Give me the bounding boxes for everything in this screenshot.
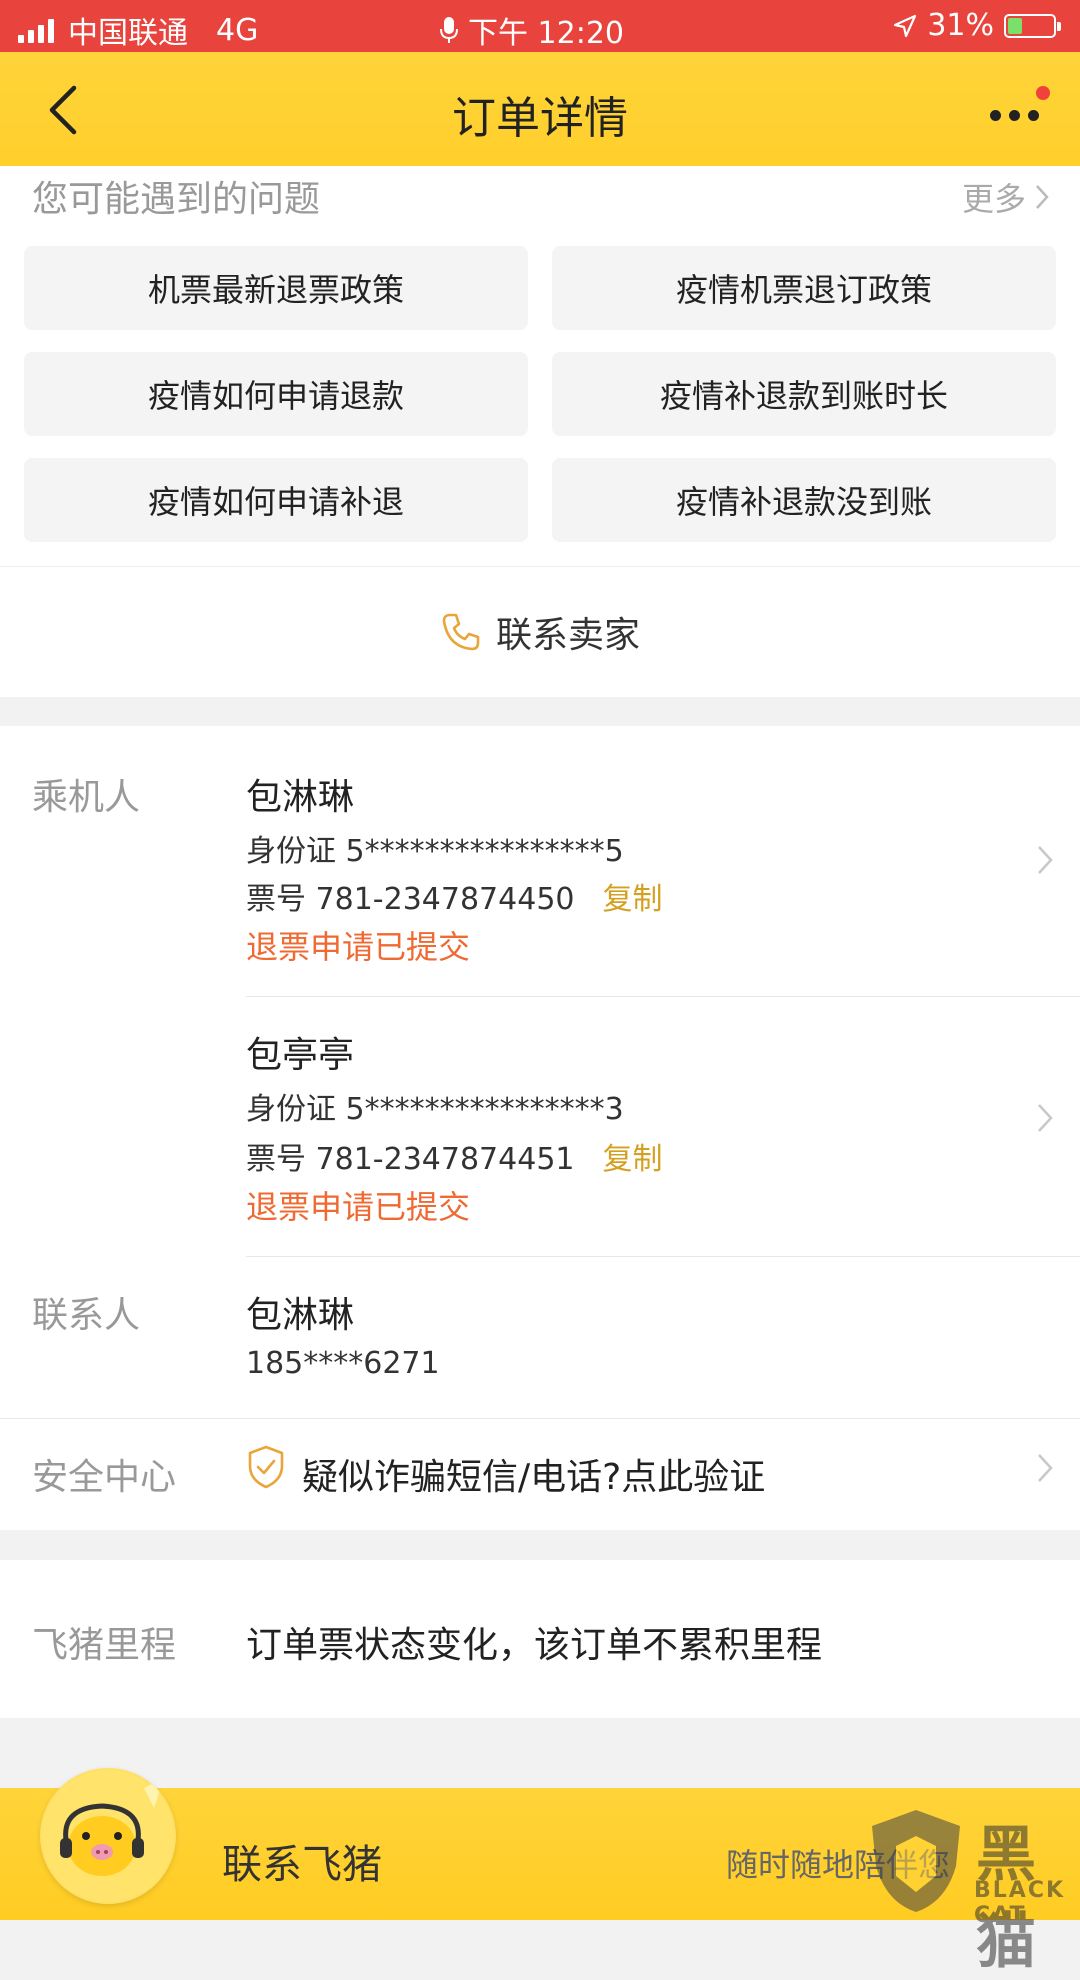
contact-person-label: 联系人	[32, 1295, 141, 1336]
network-type: 4G	[216, 12, 259, 48]
security-center-label: 安全中心	[32, 1457, 177, 1498]
contact-seller-label: 联系卖家	[495, 615, 640, 656]
order-info-section: 乘机人 包淋琳 身份证 5****************5 票号 781-23…	[0, 726, 1080, 1530]
chevron-right-icon	[1036, 185, 1049, 209]
chevron-right-icon	[1038, 1104, 1053, 1132]
shield-check-icon	[248, 1445, 284, 1489]
passenger-id: 身份证 5****************3	[246, 1092, 624, 1127]
contact-fliggy-bar[interactable]: 联系飞猪 随时随地陪伴您 黑猫 BLACK CAT	[0, 1768, 1080, 1977]
divider	[246, 1256, 1080, 1257]
faq-button[interactable]: 疫情如何申请补退	[24, 458, 528, 542]
more-dots-icon[interactable]	[990, 86, 1050, 132]
chevron-right-icon	[1038, 846, 1053, 874]
notification-dot	[1036, 86, 1050, 100]
refund-status: 退票申请已提交	[246, 928, 471, 966]
contact-seller-button[interactable]: 联系卖家	[0, 566, 1080, 697]
phone-icon	[442, 613, 480, 651]
watermark-shield-icon	[872, 1810, 960, 1912]
contact-person-name: 包淋琳	[246, 1295, 355, 1336]
page-title: 订单详情	[452, 93, 628, 144]
mileage-text: 订单票状态变化，该订单不累积里程	[246, 1625, 823, 1666]
copy-button[interactable]: 复制	[603, 874, 663, 918]
faq-button[interactable]: 疫情机票退订政策	[552, 246, 1056, 330]
contact-person-phone: 185****6271	[246, 1346, 440, 1381]
faq-more-label: 更多	[961, 180, 1026, 218]
faq-button[interactable]: 疫情补退款没到账	[552, 458, 1056, 542]
faq-button[interactable]: 机票最新退票政策	[24, 246, 528, 330]
divider	[246, 996, 1080, 997]
black-cat-watermark: 黑猫 BLACK CAT	[866, 1806, 1066, 1977]
passenger-label: 乘机人	[32, 777, 141, 818]
battery-percent: 31%	[927, 8, 994, 43]
copy-button[interactable]: 复制	[603, 1134, 663, 1178]
contact-fliggy-label: 联系飞猪	[222, 1842, 382, 1888]
battery-icon	[1004, 13, 1061, 38]
ticket-line: 票号 781-2347874450 复制	[246, 874, 663, 918]
faq-heading: 您可能遇到的问题	[32, 179, 321, 220]
signal-icon	[18, 17, 54, 43]
refund-status: 退票申请已提交	[246, 1188, 471, 1226]
faq-more-link[interactable]: 更多	[962, 174, 1050, 220]
location-arrow-icon	[894, 14, 917, 37]
ticket-number: 票号 781-2347874451	[246, 1142, 575, 1177]
faq-button[interactable]: 疫情如何申请退款	[24, 352, 528, 436]
mileage-section: 飞猪里程 订单票状态变化，该订单不累积里程	[0, 1560, 1080, 1718]
passenger-id: 身份证 5****************5	[246, 834, 624, 869]
chevron-right-icon	[1038, 1454, 1053, 1482]
mascot-icon	[42, 1770, 174, 1902]
faq-button[interactable]: 疫情补退款到账时长	[552, 352, 1056, 436]
fliggy-mascot-avatar	[40, 1768, 176, 1904]
ticket-number: 票号 781-2347874450	[246, 882, 575, 917]
security-center-text: 疑似诈骗短信/电话?点此验证	[302, 1457, 766, 1498]
status-bar: 中国联通 4G 下午 12:20 31%	[0, 0, 1080, 52]
faq-section: 您可能遇到的问题 更多 机票最新退票政策 疫情机票退订政策 疫情如何申请退款 疫…	[0, 166, 1080, 566]
clock: 下午 12:20	[468, 16, 624, 51]
carrier: 中国联通	[68, 16, 188, 51]
ticket-line: 票号 781-2347874451 复制	[246, 1134, 663, 1178]
passenger-name: 包亭亭	[246, 1035, 355, 1076]
passenger-name: 包淋琳	[246, 777, 355, 818]
nav-bar: 订单详情	[0, 52, 1080, 166]
microphone-icon	[440, 17, 458, 43]
watermark-subtext: BLACK CAT	[974, 1878, 1066, 1928]
divider	[0, 1418, 1080, 1419]
mileage-label: 飞猪里程	[32, 1625, 177, 1666]
